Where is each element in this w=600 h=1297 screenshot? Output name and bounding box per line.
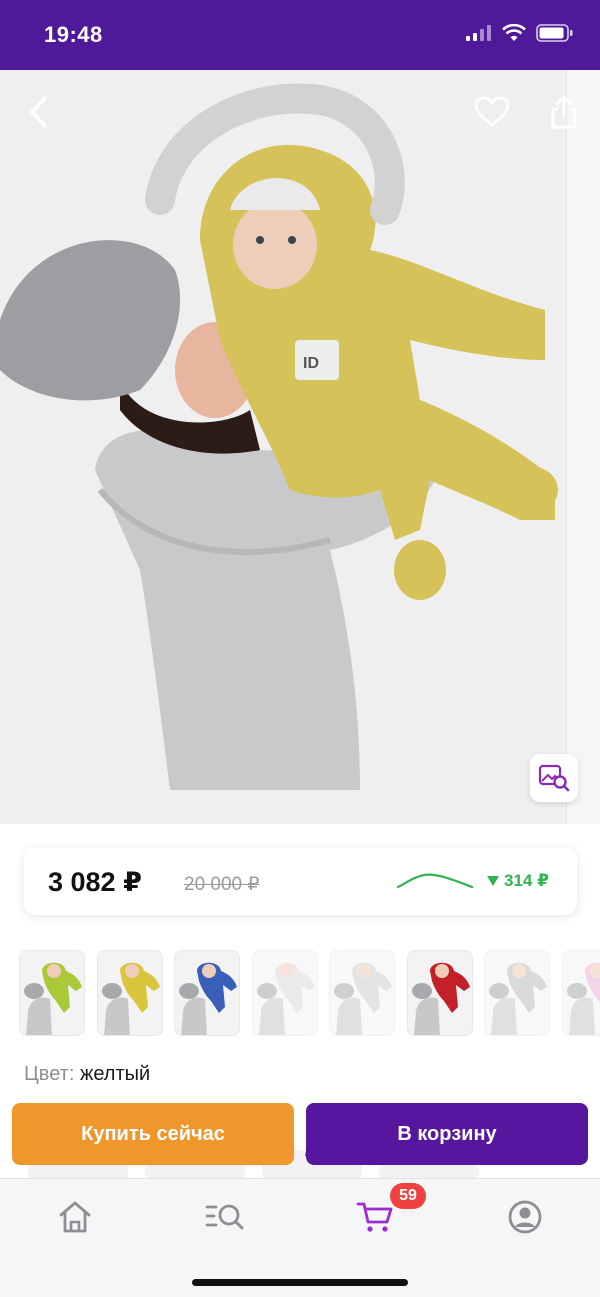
share-button[interactable] [544,90,584,134]
signal-icon [466,25,491,41]
variant-photo [407,951,472,1035]
wifi-icon [502,24,526,41]
variant-photo [175,951,239,1035]
variant-photo [97,951,162,1035]
old-price: 20 000 ₽ [184,874,260,895]
add-to-cart-button[interactable]: В корзину [306,1103,588,1165]
product-image-carousel[interactable]: ID [0,70,600,824]
heart-icon [474,96,510,127]
color-variant-thumbnail[interactable] [561,950,600,1036]
favorite-button[interactable] [470,92,514,132]
color-variants [0,950,600,1038]
price-drop-value: 314 ₽ [504,871,549,890]
color-variant-thumbnail[interactable] [19,950,85,1036]
current-price: 3 082 ₽ [48,867,142,897]
catalog-search-icon [205,1204,244,1230]
product-photo: ID [0,70,566,824]
next-image-peek[interactable] [566,70,600,824]
share-icon [551,95,577,129]
color-variant-thumbnail[interactable] [251,950,318,1036]
color-label: Цвет: [24,1063,75,1085]
svg-text:ID: ID [303,355,319,372]
cart-icon [356,1202,393,1232]
variant-photo [562,951,600,1035]
color-variant-thumbnail[interactable] [96,950,163,1036]
tab-catalog[interactable] [200,1197,250,1237]
status-bar: 19:48 [0,0,600,70]
color-variant-thumbnail[interactable] [329,950,395,1036]
cart-count-badge: 59 [390,1183,426,1209]
status-time: 19:48 [44,22,103,47]
color-variant-thumbnail[interactable] [174,950,240,1036]
tab-profile[interactable] [500,1197,550,1237]
variant-photo [330,951,394,1035]
profile-icon [508,1200,542,1234]
color-value: желтый [79,1063,151,1085]
battery-icon [536,24,573,42]
chevron-left-icon [30,96,47,128]
variant-photo [485,951,549,1035]
color-variant-thumbnail[interactable] [406,950,473,1036]
price-drop[interactable]: 314 ₽ [486,871,549,891]
color-selection: Цвет: желтый [24,1063,150,1086]
image-search-icon [538,764,570,792]
price-card: 3 082 ₽ 20 000 ₽ 314 ₽ [24,847,577,915]
visual-search-button[interactable] [530,754,578,802]
home-indicator [192,1279,408,1286]
status-icons [466,24,574,42]
back-button[interactable] [18,92,58,132]
price-trend-sparkline[interactable] [396,869,476,893]
buy-now-button[interactable]: Купить сейчас [12,1103,294,1165]
triangle-down-icon [487,876,499,886]
variant-photo [252,951,317,1035]
tab-home[interactable] [50,1197,100,1237]
home-icon [59,1201,91,1233]
variant-photo [20,951,84,1035]
color-variant-thumbnail[interactable] [484,950,550,1036]
